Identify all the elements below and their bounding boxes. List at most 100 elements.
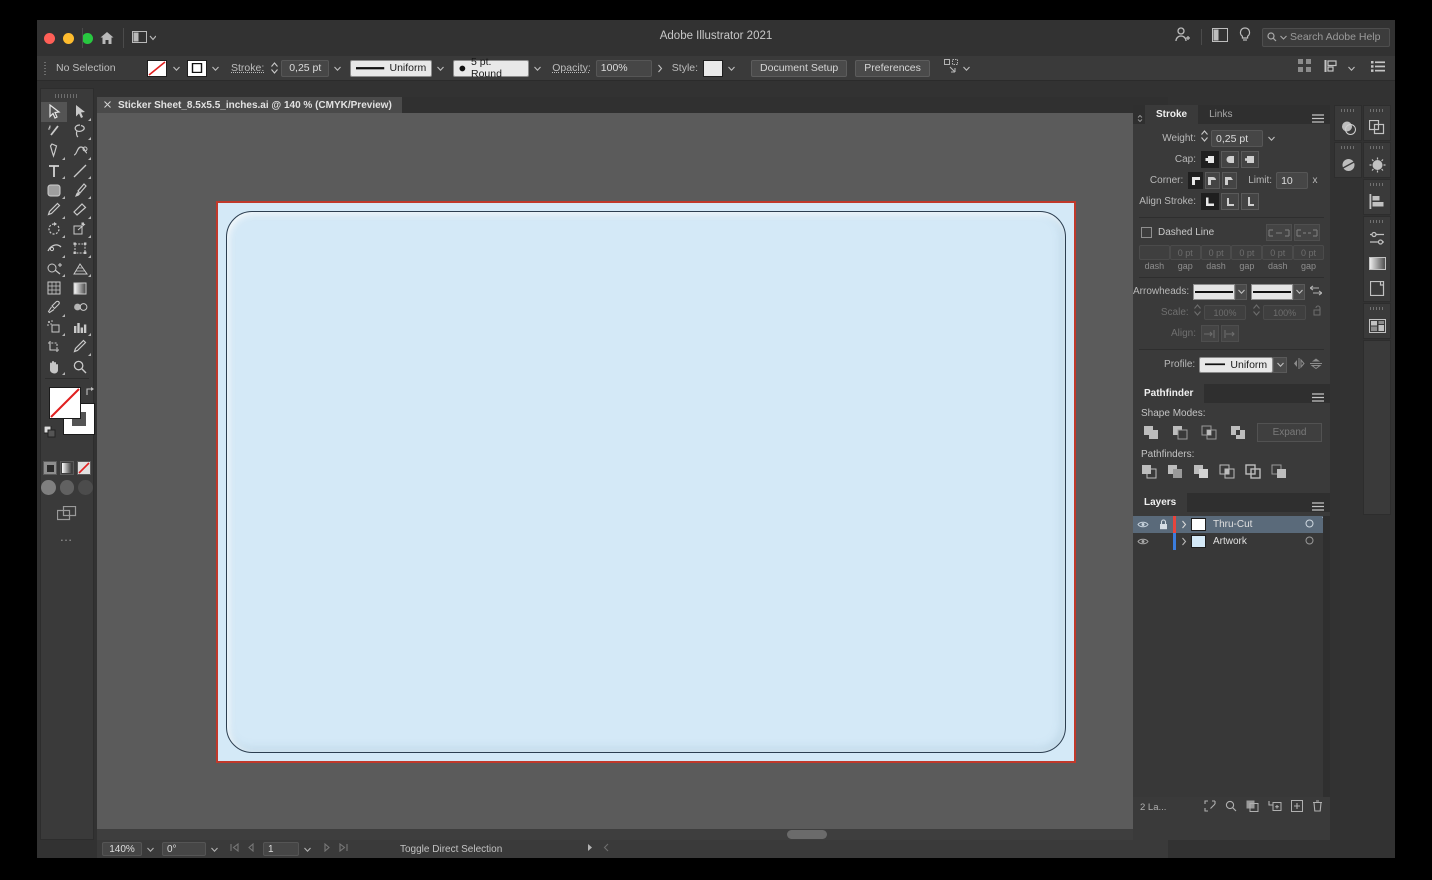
dock-grip[interactable] bbox=[1364, 143, 1390, 152]
weight-field[interactable]: 0,25 pt bbox=[1211, 130, 1263, 147]
round-cap-icon[interactable] bbox=[1221, 151, 1239, 168]
align-center-icon[interactable] bbox=[1201, 193, 1219, 210]
align-icon[interactable] bbox=[1298, 59, 1311, 77]
hand-tool[interactable] bbox=[41, 357, 67, 377]
divide-icon[interactable] bbox=[1141, 464, 1157, 484]
blend-tool[interactable] bbox=[67, 298, 93, 318]
dash-field-5[interactable]: 0 pt bbox=[1293, 245, 1324, 260]
dock-grip[interactable] bbox=[1364, 106, 1390, 115]
opacity-label[interactable]: Opacity: bbox=[552, 62, 591, 74]
stroke-weight-field[interactable]: 0,25 pt bbox=[281, 59, 330, 77]
gradient-dock-icon[interactable] bbox=[1364, 251, 1390, 276]
profile-dropdown[interactable] bbox=[1273, 356, 1287, 373]
create-new-layer-icon[interactable] bbox=[1291, 799, 1303, 815]
rectangle-tool[interactable] bbox=[41, 180, 67, 200]
weight-dropdown[interactable] bbox=[1263, 130, 1279, 147]
align-inside-icon[interactable] bbox=[1221, 193, 1239, 210]
select-similar-icon[interactable] bbox=[943, 58, 959, 78]
swap-arrowheads-icon[interactable] bbox=[1308, 283, 1323, 301]
horizontal-scrollbar[interactable] bbox=[97, 829, 1168, 840]
width-tool[interactable] bbox=[41, 239, 67, 259]
pen-tool[interactable] bbox=[41, 141, 67, 161]
dock-grip[interactable] bbox=[1335, 106, 1361, 115]
brushes-icon[interactable] bbox=[1364, 152, 1390, 177]
draw-behind-icon[interactable] bbox=[59, 480, 75, 496]
direct-selection-tool[interactable] bbox=[67, 102, 93, 122]
default-fill-stroke-icon[interactable] bbox=[43, 425, 56, 438]
draw-normal-icon[interactable] bbox=[41, 480, 56, 496]
opacity-flyout[interactable] bbox=[652, 60, 668, 77]
dock-grip[interactable] bbox=[1335, 143, 1361, 152]
document-tab[interactable]: Sticker Sheet_8.5x5.5_inches.ai @ 140 % … bbox=[97, 97, 402, 113]
paintbrush-tool[interactable] bbox=[67, 180, 93, 200]
butt-cap-icon[interactable] bbox=[1201, 151, 1219, 168]
stroke-swatch[interactable] bbox=[187, 59, 207, 77]
previous-artboard-icon[interactable] bbox=[247, 842, 255, 855]
expand-layer-icon[interactable] bbox=[1176, 537, 1191, 546]
weight-stepper[interactable] bbox=[1200, 129, 1209, 148]
selection-tool[interactable] bbox=[41, 102, 67, 122]
stroke-weight-stepper[interactable] bbox=[270, 61, 279, 75]
flip-along-icon[interactable] bbox=[1310, 356, 1322, 374]
distribute-dropdown[interactable] bbox=[1343, 60, 1359, 77]
mesh-tool[interactable] bbox=[41, 278, 67, 298]
layers-dock-icon[interactable] bbox=[1364, 115, 1390, 140]
curvature-tool[interactable] bbox=[67, 141, 93, 161]
libraries-icon[interactable] bbox=[1364, 313, 1390, 338]
projecting-cap-icon[interactable] bbox=[1241, 151, 1259, 168]
horizontal-scroll-thumb[interactable] bbox=[787, 830, 827, 839]
lock-icon[interactable] bbox=[1153, 519, 1173, 530]
swap-fill-stroke-icon[interactable] bbox=[85, 384, 96, 396]
limit-field[interactable]: 10 bbox=[1276, 172, 1309, 189]
gradient-tool[interactable] bbox=[67, 278, 93, 298]
eraser-tool[interactable] bbox=[67, 200, 93, 220]
expand-button[interactable]: Expand bbox=[1257, 423, 1322, 442]
layer-row-thru-cut[interactable]: Thru-Cut bbox=[1133, 516, 1330, 533]
zoom-tool[interactable] bbox=[67, 357, 93, 377]
dash-field-1[interactable]: 0 pt bbox=[1169, 245, 1201, 260]
stroke-label[interactable]: Stroke: bbox=[231, 62, 264, 74]
stroke-profile-select[interactable]: Uniform bbox=[350, 59, 433, 77]
dash-field-4[interactable]: 0 pt bbox=[1262, 245, 1294, 260]
artboard-dropdown[interactable] bbox=[299, 841, 315, 858]
dock-grip[interactable] bbox=[1364, 180, 1390, 189]
column-graph-tool[interactable] bbox=[67, 318, 93, 338]
panel-menu-icon[interactable] bbox=[1312, 498, 1324, 511]
brush-select[interactable]: 5 pt. Round bbox=[453, 56, 530, 80]
arrowhead-end-dropdown[interactable] bbox=[1293, 283, 1305, 300]
locate-object-icon[interactable] bbox=[1204, 799, 1216, 815]
first-artboard-icon[interactable] bbox=[230, 842, 239, 855]
panel-menu-icon[interactable] bbox=[1312, 110, 1324, 123]
eye-icon[interactable] bbox=[1133, 520, 1153, 529]
control-bar-grip[interactable] bbox=[41, 59, 49, 77]
dash-exact-icon[interactable] bbox=[1294, 224, 1320, 241]
screen-mode-icon[interactable] bbox=[1212, 27, 1228, 47]
target-circle-icon[interactable] bbox=[1305, 519, 1314, 531]
draw-inside-icon[interactable] bbox=[78, 480, 94, 496]
align-dock-icon[interactable] bbox=[1364, 189, 1390, 214]
exclude-icon[interactable] bbox=[1228, 423, 1248, 442]
make-clipping-mask-icon[interactable] bbox=[1246, 800, 1259, 815]
arrowhead-start-select[interactable] bbox=[1193, 283, 1236, 300]
gradient-mode-icon[interactable] bbox=[60, 461, 74, 476]
outline-icon[interactable] bbox=[1245, 464, 1261, 484]
last-artboard-icon[interactable] bbox=[339, 842, 348, 855]
miter-join-icon[interactable] bbox=[1188, 172, 1204, 189]
eyedropper-tool[interactable] bbox=[41, 298, 67, 318]
transparency-icon[interactable] bbox=[1364, 226, 1390, 251]
none-mode-icon[interactable] bbox=[77, 461, 91, 476]
flip-across-icon[interactable] bbox=[1293, 356, 1305, 374]
artboard[interactable] bbox=[216, 201, 1076, 763]
brush-dropdown[interactable] bbox=[529, 60, 545, 77]
rotate-tool[interactable] bbox=[41, 220, 67, 240]
eye-icon[interactable] bbox=[1133, 537, 1153, 546]
dock-grip[interactable] bbox=[1364, 217, 1390, 226]
merge-icon[interactable] bbox=[1193, 464, 1209, 484]
pathfinder-title[interactable]: Pathfinder bbox=[1133, 384, 1205, 403]
tab-stroke[interactable]: Stroke bbox=[1145, 105, 1199, 124]
zoom-level-field[interactable]: 140% bbox=[102, 842, 142, 856]
layer-name[interactable]: Thru-Cut bbox=[1213, 519, 1252, 530]
color-mode-icon[interactable] bbox=[43, 461, 57, 476]
shape-builder-tool[interactable] bbox=[41, 259, 67, 279]
account-icon[interactable] bbox=[1174, 26, 1191, 48]
